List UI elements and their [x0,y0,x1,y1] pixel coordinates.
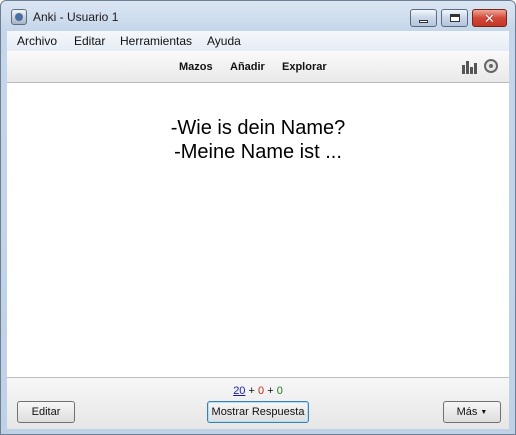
sync-icon[interactable] [484,59,498,73]
minimize-button[interactable] [410,9,437,27]
maximize-button[interactable] [441,9,468,27]
minimize-icon [419,19,428,23]
edit-button[interactable]: Editar [17,401,75,423]
close-button[interactable]: ✕ [472,9,507,27]
anki-app-icon [11,9,27,25]
chevron-down-icon: ▼ [480,408,488,416]
stats-icon[interactable] [462,60,478,74]
card-question-line-1: -Wie is dein Name? [170,117,346,139]
more-button[interactable]: Más ▼ [443,401,501,423]
top-toolbar: Mazos Añadir Explorar [7,51,509,83]
decks-link[interactable]: Mazos [179,61,213,73]
new-count: 20 [233,385,246,397]
more-button-label: Más [456,406,478,418]
card-question-line-2: -Meine Name ist ... [174,141,342,163]
count-separator: + [248,385,255,397]
menu-ayuda[interactable]: Ayuda [207,34,241,48]
card-content: -Wie is dein Name? -Meine Name ist ... [7,83,509,377]
close-icon: ✕ [484,10,495,26]
anki-window: Anki - Usuario 1 ✕ Archivo Editar Herram… [0,0,516,435]
menu-herramientas[interactable]: Herramientas [120,34,192,48]
count-separator: + [267,385,274,397]
menu-editar[interactable]: Editar [74,34,105,48]
menu-bar: Archivo Editar Herramientas Ayuda [7,31,509,51]
card-counts: 20 + 0 + 0 [7,385,509,397]
review-count: 0 [276,385,283,397]
add-link[interactable]: Añadir [230,61,265,73]
learning-count: 0 [258,385,265,397]
maximize-icon [449,14,460,22]
review-bottom-bar: 20 + 0 + 0 Editar Mostrar Respuesta Más … [7,377,509,429]
browse-link[interactable]: Explorar [282,61,327,73]
title-bar[interactable]: Anki - Usuario 1 ✕ [1,1,515,31]
show-answer-button[interactable]: Mostrar Respuesta [207,401,309,423]
window-title: Anki - Usuario 1 [33,10,119,24]
menu-archivo[interactable]: Archivo [17,34,57,48]
